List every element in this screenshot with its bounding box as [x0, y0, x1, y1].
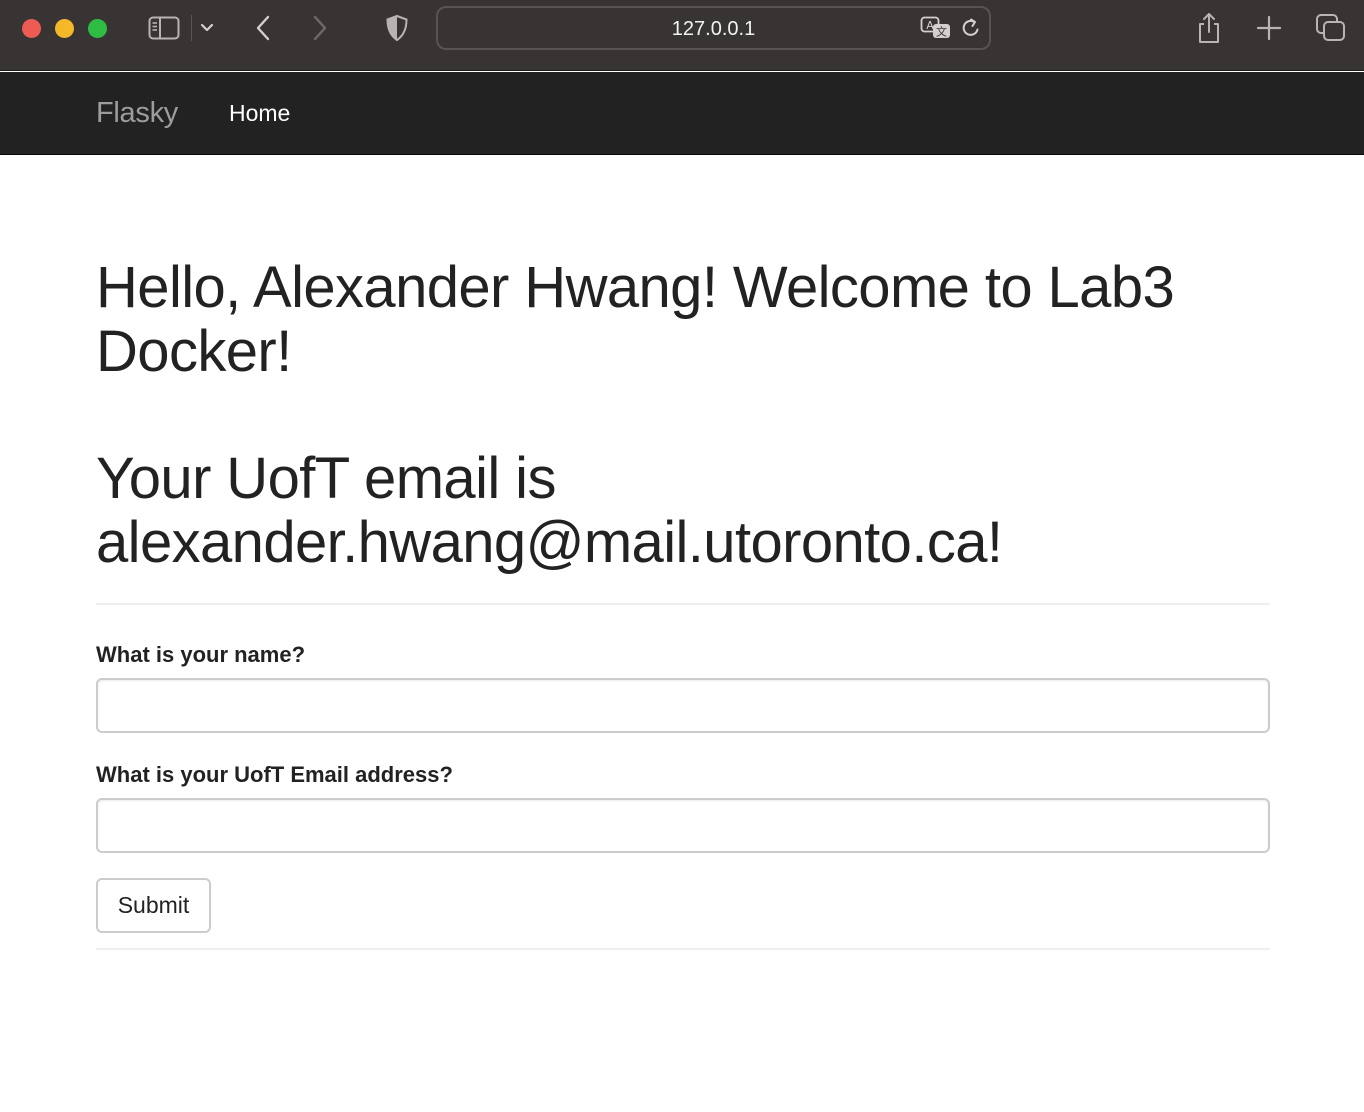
email-label: What is your UofT Email address?: [96, 762, 453, 787]
close-window-button[interactable]: [22, 19, 41, 38]
name-input[interactable]: [96, 678, 1270, 733]
forward-arrow-icon[interactable]: [307, 12, 333, 44]
greeting-heading: Hello, Alexander Hwang! Welcome to Lab3 …: [96, 255, 1175, 384]
plus-icon[interactable]: [1254, 12, 1284, 44]
tabs-icon[interactable]: [1314, 12, 1348, 44]
submit-button[interactable]: Submit: [96, 878, 211, 933]
divider: [96, 948, 1270, 950]
back-arrow-icon[interactable]: [250, 12, 276, 44]
brand-link[interactable]: Flasky: [96, 72, 178, 155]
email-heading: Your UofT email is alexander.hwang@mail.…: [96, 446, 1003, 575]
minimize-window-button[interactable]: [55, 19, 74, 38]
translate-icon[interactable]: A 文: [920, 16, 952, 45]
chevron-down-icon[interactable]: [198, 12, 216, 44]
share-icon[interactable]: [1194, 12, 1224, 44]
email-input[interactable]: [96, 798, 1270, 853]
address-bar[interactable]: 127.0.0.1 A 文: [436, 6, 991, 50]
svg-text:文: 文: [936, 25, 947, 39]
nav-home-link[interactable]: Home: [229, 72, 290, 155]
browser-toolbar: 127.0.0.1 A 文: [0, 0, 1364, 71]
shield-icon[interactable]: [383, 12, 411, 44]
url-text[interactable]: 127.0.0.1: [438, 8, 989, 48]
site-navbar: Flasky Home: [0, 72, 1364, 155]
name-label: What is your name?: [96, 642, 306, 667]
sidebar-icon[interactable]: [147, 12, 181, 44]
reload-icon[interactable]: [960, 17, 982, 44]
divider: [96, 603, 1270, 605]
zoom-window-button[interactable]: [88, 19, 107, 38]
toolbar-divider: [191, 15, 192, 41]
